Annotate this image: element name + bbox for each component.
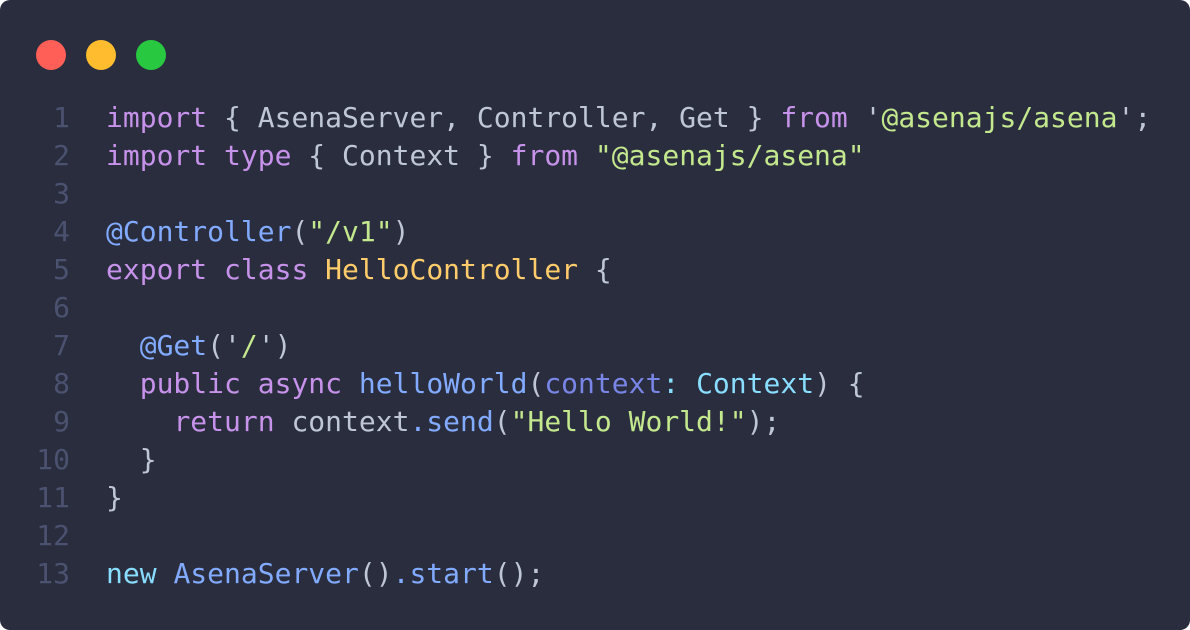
line-number: 1 <box>53 101 70 134</box>
code-token-plain: { Context } <box>291 139 511 172</box>
code-token-plain: } <box>106 481 123 514</box>
code-token-plain: ( <box>291 215 309 248</box>
line-number: 13 <box>36 557 70 590</box>
code-token-string: "@asenajs/asena" <box>594 139 865 172</box>
code-line: 10 } <box>0 441 1190 479</box>
line-number: 4 <box>53 215 70 248</box>
maximize-button[interactable] <box>136 40 166 70</box>
line-code: new AsenaServer().start(); <box>106 555 544 593</box>
code-token-plain: (); <box>493 557 545 590</box>
code-token-string: @asenajs/asena <box>881 101 1118 134</box>
line-code: import type { Context } from "@asenajs/a… <box>106 137 865 175</box>
code-token-keyword: import <box>106 139 208 172</box>
code-window: 1 import { AsenaServer, Controller, Get }… <box>0 0 1190 630</box>
code-token-keyword: public <box>139 367 241 400</box>
code-token-plain: '; <box>1117 101 1152 134</box>
line-number: 10 <box>36 443 70 476</box>
code-token-plain: () <box>358 557 393 590</box>
line-number: 3 <box>53 177 70 210</box>
code-token-param: context <box>544 367 663 400</box>
code-token-keyword: import <box>106 101 208 134</box>
line-number: 6 <box>53 291 70 324</box>
code-token-function: .start <box>392 557 494 590</box>
code-line: 5 export class HelloController { <box>0 251 1190 289</box>
code-token-plain: ); <box>746 405 781 438</box>
code-line: 9 return context.send("Hello World!"); <box>0 403 1190 441</box>
minimize-button[interactable] <box>86 40 116 70</box>
code-token-string: "Hello World!" <box>510 405 747 438</box>
code-token-function: @Controller <box>106 215 292 248</box>
code-line: 12 <box>0 517 1190 555</box>
code-line: 1 import { AsenaServer, Controller, Get }… <box>0 99 1190 137</box>
code-token-type: new <box>106 557 157 590</box>
code-token-plain: ( <box>493 405 511 438</box>
code-token-type: Context <box>696 367 815 400</box>
code-token-keyword: class <box>224 253 309 286</box>
line-code: import { AsenaServer, Controller, Get } … <box>106 99 1151 137</box>
code-token-plain: ( <box>527 367 545 400</box>
code-token-plain: context <box>274 405 410 438</box>
code-line: 3 <box>0 175 1190 213</box>
code-token-plain: { AsenaServer, Controller, Get } <box>207 101 781 134</box>
code-token-plain: (' <box>207 329 241 362</box>
close-button[interactable] <box>36 40 66 70</box>
line-code: export class HelloController { <box>106 251 612 289</box>
line-code: public async helloWorld(context: Context… <box>106 365 865 403</box>
code-token-keyword: from <box>510 139 579 172</box>
code-line: 2 import type { Context } from "@asenajs/… <box>0 137 1190 175</box>
code-token-type: : <box>662 367 697 400</box>
code-token-plain: ) <box>392 215 410 248</box>
code-token-string: / <box>240 329 258 362</box>
code-token-function: helloWorld <box>358 367 528 400</box>
code-token-function: @Get <box>139 329 208 362</box>
code-line: 8 public async helloWorld(context: Conte… <box>0 365 1190 403</box>
line-number: 11 <box>36 481 70 514</box>
line-number: 8 <box>53 367 70 400</box>
code-editor[interactable]: 1 import { AsenaServer, Controller, Get }… <box>0 99 1190 593</box>
line-number: 12 <box>36 519 70 552</box>
code-line: 7 @Get('/') <box>0 327 1190 365</box>
line-code: } <box>106 441 157 479</box>
code-token-keyword: from <box>780 101 848 134</box>
code-token-plain: { <box>578 253 612 286</box>
code-line: 11} <box>0 479 1190 517</box>
code-token-plain: ') <box>257 329 292 362</box>
code-line: 4 @Controller("/v1") <box>0 213 1190 251</box>
line-number: 5 <box>53 253 70 286</box>
line-number: 2 <box>53 139 70 172</box>
code-token-plain: ' <box>847 101 882 134</box>
code-token-string: "/v1" <box>308 215 393 248</box>
line-code: } <box>106 479 123 517</box>
code-line: 13 new AsenaServer().start(); <box>0 555 1190 593</box>
code-token-keyword: type <box>224 139 292 172</box>
line-number: 7 <box>53 329 70 362</box>
line-code: return context.send("Hello World!"); <box>106 403 780 441</box>
code-token-function: .send <box>409 405 494 438</box>
code-token-plain: ) { <box>814 367 865 400</box>
code-token-keyword: async <box>257 367 343 400</box>
code-token-plain: } <box>106 443 157 476</box>
code-token-function: AsenaServer <box>173 557 359 590</box>
line-code: @Get('/') <box>106 327 292 365</box>
code-token-class: HelloController <box>325 253 579 286</box>
code-token-keyword: export <box>106 253 208 286</box>
line-number: 9 <box>53 405 70 438</box>
code-token-keyword: return <box>173 405 275 438</box>
code-line: 6 <box>0 289 1190 327</box>
line-code: @Controller("/v1") <box>106 213 409 251</box>
